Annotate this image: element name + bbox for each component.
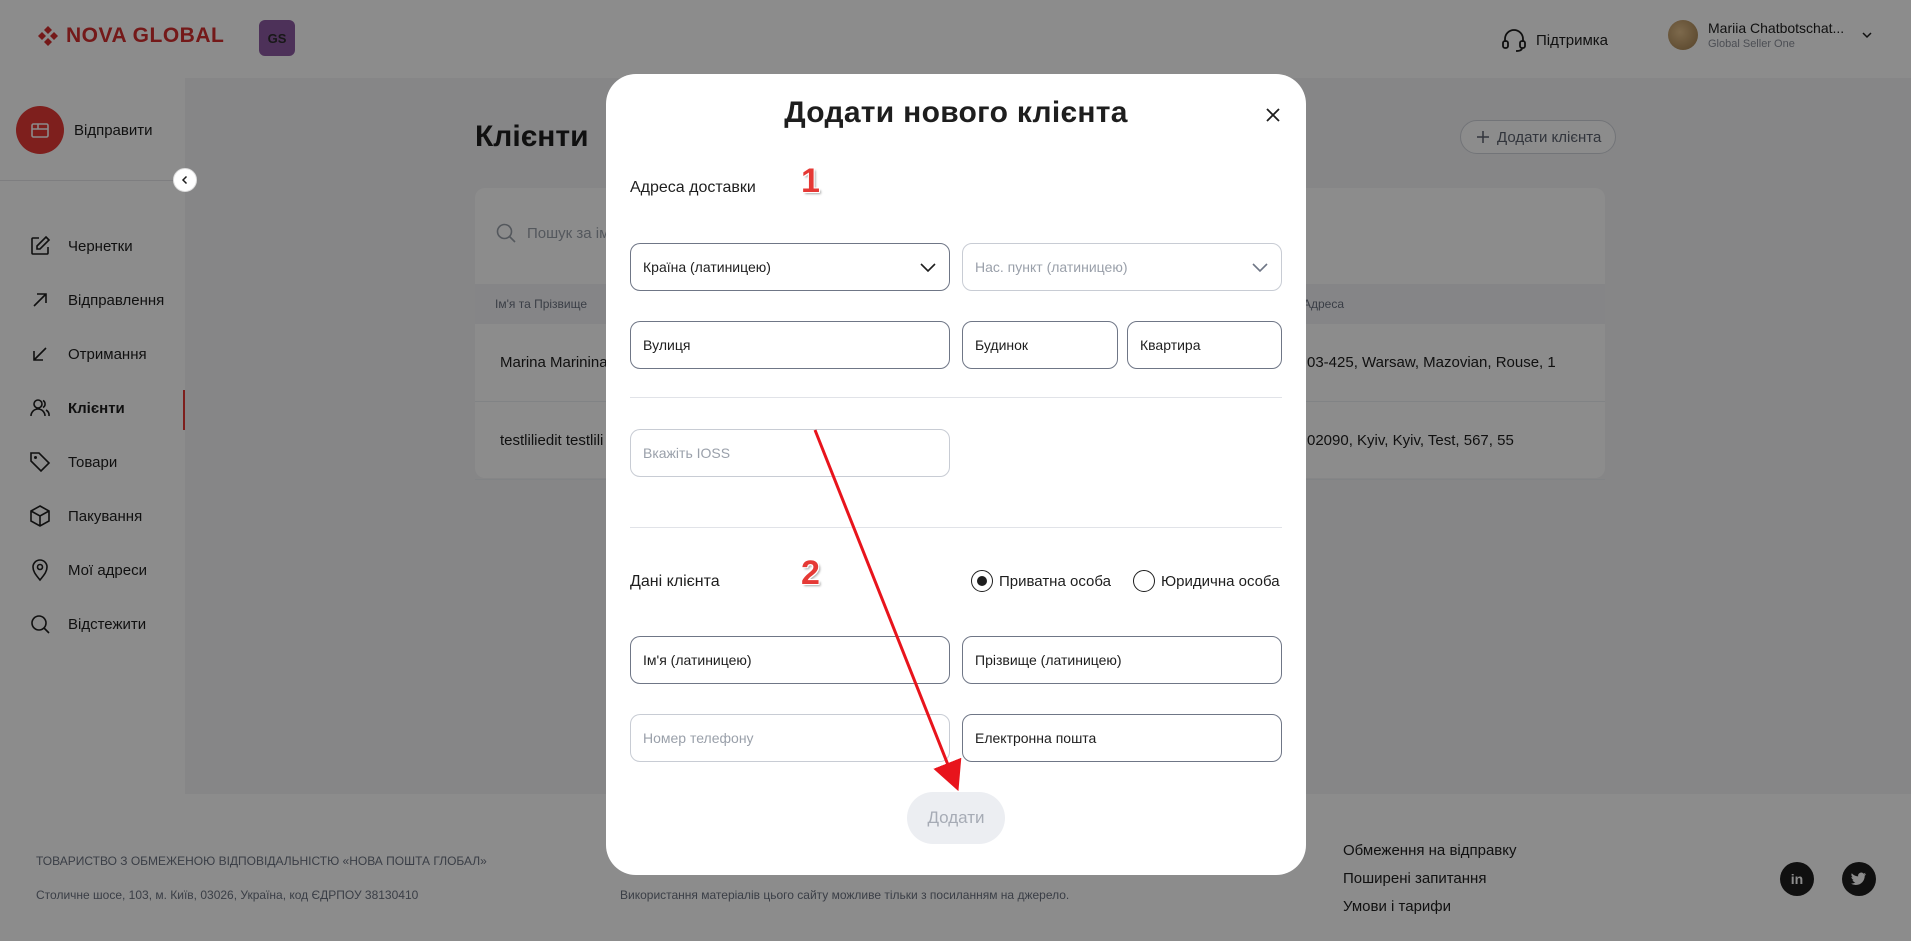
- ioss-field[interactable]: Вкажіть IOSS: [630, 429, 950, 477]
- city-select-label: Нас. пункт (латиницею): [975, 259, 1128, 275]
- house-label: Будинок: [975, 337, 1029, 353]
- email-label: Електронна пошта: [975, 730, 1097, 746]
- house-field[interactable]: Будинок: [962, 321, 1118, 369]
- country-select[interactable]: Країна (латиницею): [630, 243, 950, 291]
- radio-private-label: Приватна особа: [999, 572, 1111, 590]
- client-data-label: Дані клієнта: [630, 573, 720, 590]
- delivery-address-label: Адреса доставки: [630, 179, 756, 196]
- section-divider: [630, 397, 1282, 398]
- close-button[interactable]: [1262, 104, 1284, 126]
- email-field[interactable]: Електронна пошта: [962, 714, 1282, 762]
- radio-unchecked-icon: [1133, 570, 1155, 592]
- last-name-field[interactable]: Прізвище (латиницею): [962, 636, 1282, 684]
- chevron-down-icon: [1252, 263, 1268, 273]
- apartment-field[interactable]: Квартира: [1127, 321, 1282, 369]
- first-name-label: Ім'я (латиницею): [643, 652, 752, 668]
- radio-checked-icon: [971, 570, 993, 592]
- city-select[interactable]: Нас. пункт (латиницею): [962, 243, 1282, 291]
- add-client-modal: Додати нового клієнта Адреса доставки 1 …: [606, 74, 1306, 875]
- radio-private-person[interactable]: Приватна особа: [971, 570, 1111, 592]
- phone-field[interactable]: Номер телефону: [630, 714, 950, 762]
- chevron-left-icon: [181, 175, 188, 185]
- radio-legal-entity[interactable]: Юридична особа: [1133, 570, 1280, 592]
- street-field[interactable]: Вулиця: [630, 321, 950, 369]
- modal-title: Додати нового клієнта: [784, 96, 1128, 129]
- step-1-annotation: 1: [801, 162, 820, 200]
- country-select-label: Країна (латиницею): [643, 259, 771, 275]
- apartment-label: Квартира: [1140, 337, 1201, 353]
- ioss-placeholder: Вкажіть IOSS: [643, 445, 731, 461]
- chevron-down-icon: [920, 263, 936, 273]
- submit-button[interactable]: Додати: [907, 792, 1005, 844]
- collapse-sidebar-button[interactable]: [173, 168, 197, 192]
- section-divider: [630, 527, 1282, 528]
- phone-placeholder: Номер телефону: [643, 730, 754, 746]
- first-name-field[interactable]: Ім'я (латиницею): [630, 636, 950, 684]
- last-name-label: Прізвище (латиницею): [975, 652, 1122, 668]
- close-icon: [1266, 108, 1280, 122]
- step-2-annotation: 2: [801, 554, 820, 592]
- radio-legal-label: Юридична особа: [1161, 572, 1280, 590]
- street-label: Вулиця: [643, 337, 691, 353]
